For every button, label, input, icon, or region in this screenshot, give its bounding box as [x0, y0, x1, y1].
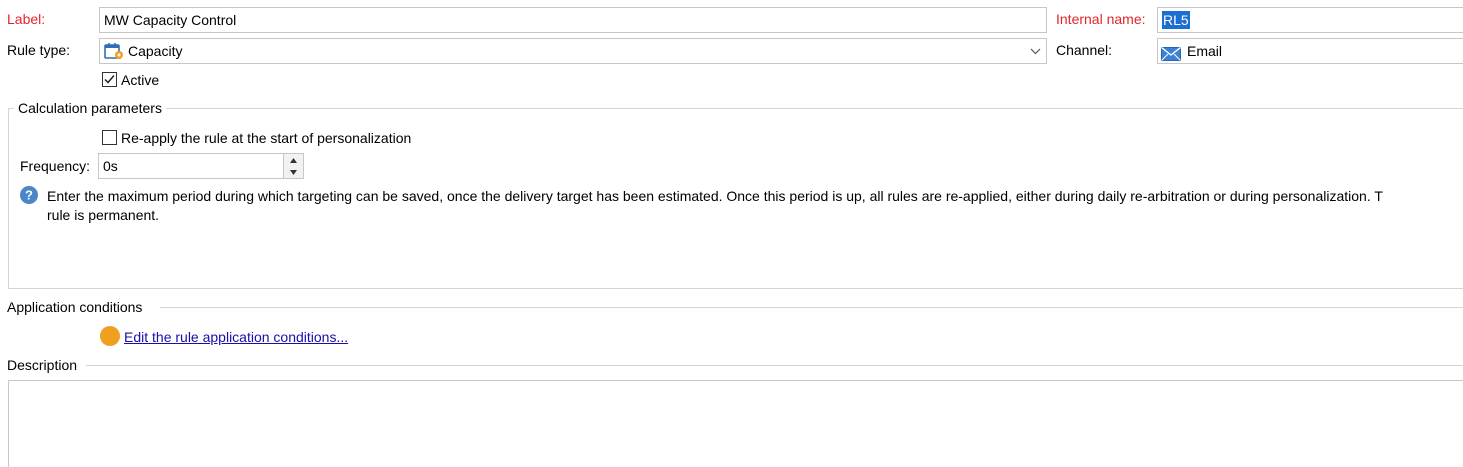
rule-type-combo[interactable]: Capacity [99, 38, 1047, 64]
internal-name-value: RL5 [1162, 11, 1190, 29]
capacity-calendar-icon [104, 42, 124, 60]
spin-up-icon[interactable] [284, 154, 303, 166]
internal-name-input[interactable]: RL5 [1157, 7, 1463, 33]
internal-name-caption: Internal name: [1056, 11, 1146, 27]
frequency-spinner[interactable] [283, 154, 303, 178]
application-conditions-title: Application conditions [7, 299, 143, 315]
label-input-value: MW Capacity Control [104, 12, 237, 28]
help-question-icon: ? [19, 185, 39, 205]
help-text-line2: rule is permanent. [47, 207, 160, 223]
label-input[interactable]: MW Capacity Control [99, 7, 1047, 33]
frequency-input[interactable]: 0s [98, 153, 304, 179]
svg-text:?: ? [25, 188, 33, 203]
rule-type-value: Capacity [128, 43, 183, 59]
description-divider [86, 365, 1463, 366]
channel-field[interactable]: Email [1157, 38, 1463, 64]
label-caption: Label: [7, 11, 46, 27]
chevron-down-icon[interactable] [1024, 39, 1046, 63]
description-title: Description [7, 357, 78, 373]
frequency-value: 0s [103, 158, 118, 174]
active-label: Active [121, 72, 160, 88]
checkmark-icon [104, 75, 115, 84]
active-checkbox[interactable] [102, 72, 117, 87]
reapply-checkbox[interactable] [102, 130, 117, 145]
spin-down-icon[interactable] [284, 166, 303, 178]
help-text-line1: Enter the maximum period during which ta… [47, 188, 1383, 204]
frequency-caption: Frequency: [20, 158, 91, 174]
email-envelope-icon [1161, 44, 1181, 61]
application-conditions-divider [160, 307, 1463, 308]
channel-caption: Channel: [1056, 42, 1113, 58]
orange-dot-icon [100, 326, 120, 346]
reapply-label: Re-apply the rule at the start of person… [121, 130, 412, 146]
calculation-parameters-title: Calculation parameters [14, 99, 166, 117]
channel-value: Email [1187, 43, 1223, 59]
rule-type-caption: Rule type: [7, 42, 71, 58]
edit-conditions-link[interactable]: Edit the rule application conditions... [124, 328, 348, 346]
description-textarea[interactable] [8, 380, 1463, 467]
